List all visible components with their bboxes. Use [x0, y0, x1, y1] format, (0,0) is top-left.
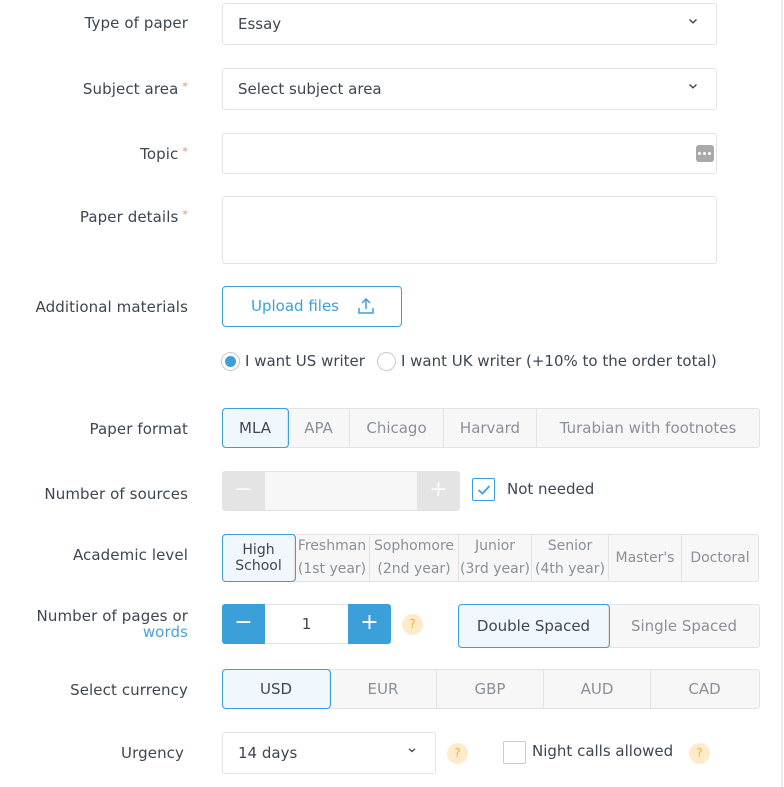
not-needed-checkbox[interactable] — [472, 478, 495, 501]
level-line2: School — [235, 558, 282, 574]
level-option-high-school[interactable]: High School — [222, 534, 296, 582]
currency-option-aud[interactable]: AUD — [544, 670, 651, 708]
scrollbar-track[interactable] — [781, 0, 783, 787]
level-option-senior[interactable]: Senior (4th year) — [532, 535, 609, 581]
number-of-sources-label: Number of sources — [44, 485, 188, 503]
currency-option-usd[interactable]: USD — [222, 669, 331, 709]
currency-option-cad[interactable]: CAD — [651, 670, 758, 708]
not-needed-label[interactable]: Not needed — [507, 480, 594, 498]
level-line2: (3rd year) — [460, 561, 530, 577]
spacing-option-double[interactable]: Double Spaced — [458, 604, 610, 648]
type-of-paper-value: Essay — [238, 15, 282, 33]
pages-stepper: − 1 + — [222, 604, 391, 644]
subject-area-placeholder: Select subject area — [238, 80, 382, 98]
level-line1: Doctoral — [690, 550, 750, 566]
night-calls-checkbox[interactable] — [503, 741, 526, 764]
paper-details-label: Paper details * — [79, 208, 188, 226]
format-option-harvard[interactable]: Harvard — [444, 409, 537, 447]
level-option-junior[interactable]: Junior (3rd year) — [459, 535, 532, 581]
level-line2: (2nd year) — [377, 561, 451, 577]
uk-writer-radio[interactable] — [376, 351, 396, 371]
currency-option-eur[interactable]: EUR — [330, 670, 437, 708]
chevron-down-icon — [407, 745, 417, 755]
pages-help-icon[interactable]: ? — [402, 614, 423, 635]
topic-label: Topic * — [140, 145, 188, 163]
sources-decrement-button[interactable]: − — [222, 471, 265, 511]
night-calls-help-icon[interactable]: ? — [689, 743, 710, 764]
level-option-doctoral[interactable]: Doctoral — [682, 535, 758, 581]
format-option-chicago[interactable]: Chicago — [350, 409, 444, 447]
level-line1: Sophomore — [373, 538, 455, 554]
level-line1: Junior — [474, 538, 516, 554]
spacing-option-single[interactable]: Single Spaced — [609, 605, 759, 647]
pages-input[interactable]: 1 — [265, 604, 348, 644]
level-line2: (1st year) — [297, 561, 367, 577]
chevron-down-icon — [688, 81, 698, 91]
type-of-paper-label: Type of paper — [84, 14, 188, 32]
night-calls-label[interactable]: Night calls allowed — [532, 742, 673, 760]
additional-materials-label: Additional materials — [35, 298, 188, 316]
format-option-apa[interactable]: APA — [288, 409, 350, 447]
upload-files-label: Upload files — [251, 297, 339, 315]
urgency-label: Urgency — [121, 744, 184, 762]
topic-input[interactable] — [222, 133, 717, 174]
level-line1: High — [242, 542, 275, 558]
checkmark-icon — [477, 485, 491, 495]
currency-option-gbp[interactable]: GBP — [437, 670, 544, 708]
level-option-freshman[interactable]: Freshman (1st year) — [295, 535, 370, 581]
sources-input[interactable] — [265, 471, 417, 511]
pages-increment-button[interactable]: + — [348, 604, 391, 644]
more-options-icon[interactable] — [696, 145, 714, 162]
urgency-value: 14 days — [238, 744, 298, 762]
chevron-down-icon — [688, 16, 698, 26]
level-line1: Master's — [615, 550, 675, 566]
words-link[interactable]: words — [37, 624, 188, 640]
level-option-sophomore[interactable]: Sophomore (2nd year) — [370, 535, 459, 581]
us-writer-label[interactable]: I want US writer — [245, 352, 365, 370]
spacing-segmented: Double Spaced Single Spaced — [458, 604, 760, 648]
level-line2: (4th year) — [535, 561, 605, 577]
subject-area-label: Subject area * — [82, 80, 188, 98]
urgency-help-icon[interactable]: ? — [447, 743, 468, 764]
level-line1: Senior — [547, 538, 593, 554]
paper-details-textarea[interactable] — [222, 196, 717, 264]
format-option-mla[interactable]: MLA — [222, 408, 289, 448]
paper-format-label: Paper format — [89, 420, 188, 438]
subject-area-select[interactable]: Select subject area — [222, 68, 717, 110]
paper-format-segmented: MLA APA Chicago Harvard Turabian with fo… — [222, 408, 760, 448]
level-option-masters[interactable]: Master's — [609, 535, 682, 581]
number-of-pages-label: Number of pages or words — [37, 608, 188, 640]
pages-decrement-button[interactable]: − — [222, 604, 265, 644]
sources-increment-button[interactable]: + — [417, 471, 460, 511]
writer-radio-group: I want US writer I want UK writer (+10% … — [221, 350, 729, 372]
sources-stepper: − + — [222, 471, 460, 511]
pages-label-text: Number of pages or — [36, 607, 188, 625]
us-writer-radio[interactable] — [221, 351, 240, 371]
level-line1: Freshman — [297, 538, 367, 554]
urgency-select[interactable]: 14 days — [222, 732, 436, 774]
academic-level-segmented: High School Freshman (1st year) Sophomore (… — [222, 534, 759, 582]
select-currency-label: Select currency — [70, 681, 188, 699]
upload-icon — [358, 297, 374, 314]
academic-level-label: Academic level — [72, 546, 188, 564]
format-option-turabian[interactable]: Turabian with footnotes — [537, 409, 759, 447]
uk-writer-label[interactable]: I want UK writer (+10% to the order tota… — [401, 352, 717, 370]
currency-segmented: USD EUR GBP AUD CAD — [222, 669, 760, 709]
upload-files-button[interactable]: Upload files — [222, 286, 402, 327]
type-of-paper-select[interactable]: Essay — [222, 3, 717, 45]
